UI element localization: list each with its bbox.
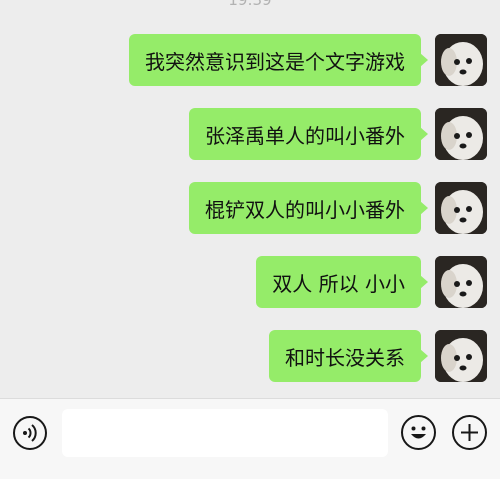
message-row: 和时长没关系: [269, 330, 487, 382]
dog-avatar-image: [435, 182, 487, 234]
avatar[interactable]: [435, 108, 487, 160]
emoji-icon: [411, 426, 426, 439]
voice-icon: [23, 424, 37, 442]
input-bar: [0, 398, 500, 479]
dog-avatar-image: [435, 108, 487, 160]
avatar[interactable]: [435, 330, 487, 382]
plus-icon: [461, 424, 478, 441]
message-bubble[interactable]: 我突然意识到这是个文字游戏: [129, 34, 428, 86]
avatar[interactable]: [435, 256, 487, 308]
message-bubble[interactable]: 张泽禹单人的叫小番外: [189, 108, 428, 160]
dog-avatar-image: [435, 330, 487, 382]
message-input[interactable]: [62, 409, 388, 457]
message-bubble[interactable]: 和时长没关系: [269, 330, 428, 382]
dog-avatar-image: [435, 34, 487, 86]
dog-avatar-image: [435, 256, 487, 308]
message-row: 双人 所以 小小: [256, 256, 487, 308]
message-row: 我突然意识到这是个文字游戏: [129, 34, 487, 86]
voice-button[interactable]: [13, 416, 47, 450]
chat-area[interactable]: 我突然意识到这是个文字游戏 张泽禹单人的叫小番外 棍铲双人的叫小小番外 双人 所…: [0, 0, 500, 398]
message-row: 张泽禹单人的叫小番外: [189, 108, 487, 160]
message-bubble[interactable]: 双人 所以 小小: [256, 256, 428, 308]
emoji-button[interactable]: [401, 415, 436, 450]
avatar[interactable]: [435, 182, 487, 234]
message-row: 棍铲双人的叫小小番外: [189, 182, 487, 234]
plus-button[interactable]: [452, 415, 487, 450]
message-bubble[interactable]: 棍铲双人的叫小小番外: [189, 182, 428, 234]
avatar[interactable]: [435, 34, 487, 86]
